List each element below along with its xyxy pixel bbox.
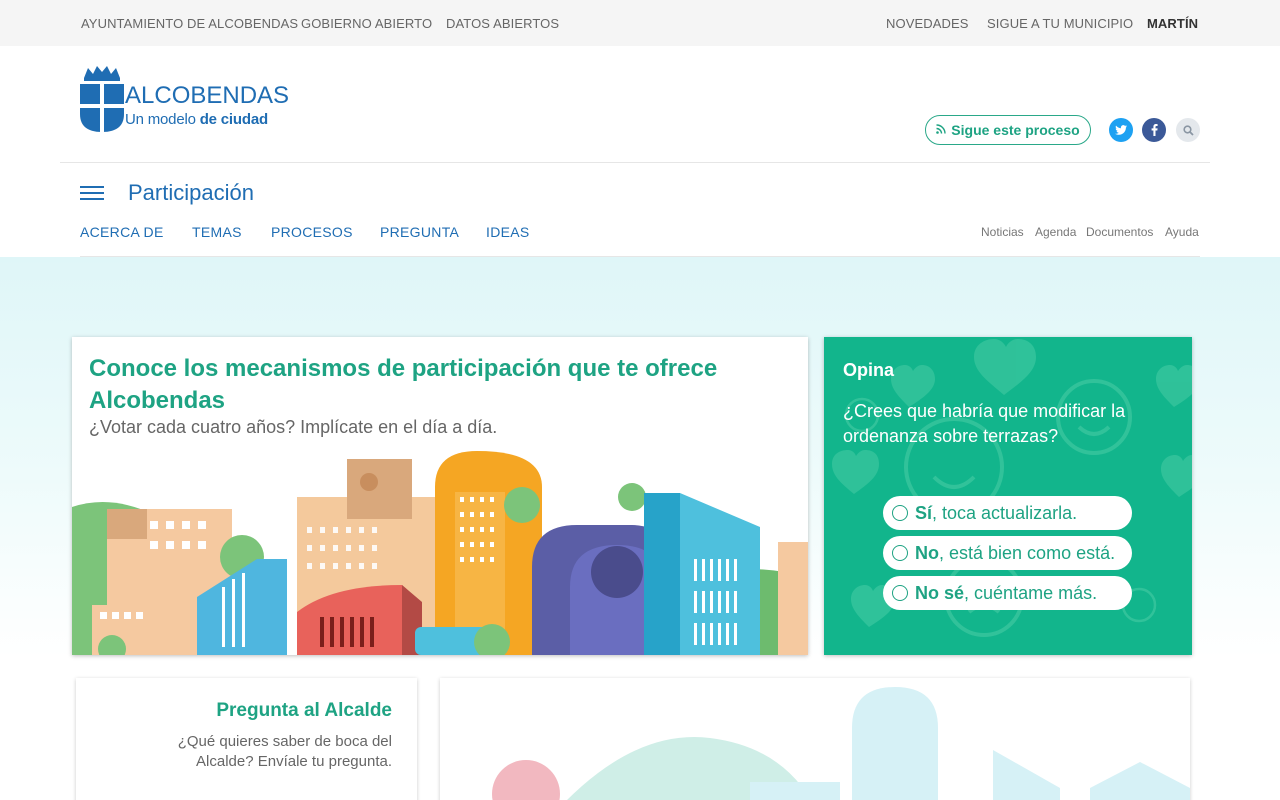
ask-mayor-text: ¿Qué quieres saber de boca del Alcalde? … [177,733,392,770]
header-divider [60,162,1210,163]
poll-label: Opina [843,360,895,380]
logo[interactable]: ALCOBENDAS Un modelo de ciudad [80,64,289,134]
twitter-icon[interactable] [1109,118,1133,142]
poll-option-no-se[interactable]: No sé, cuéntame más. [883,576,1132,610]
user-menu[interactable]: MARTÍN [1147,16,1198,31]
nav-acerca-de[interactable]: ACERCA DE [80,224,164,240]
follow-process-label: Sigue este proceso [951,122,1080,138]
logo-sub-b: de ciudad [199,111,268,128]
option-text: , toca actualizarla. [932,502,1078,523]
ideas-card[interactable] [440,678,1190,800]
subnav-documentos[interactable]: Documentos [1086,225,1153,239]
subnav-ayuda[interactable]: Ayuda [1165,225,1199,239]
nav-pregunta[interactable]: PREGUNTA [380,224,459,240]
radio-icon [892,585,908,601]
option-text: , cuéntame más. [964,582,1098,603]
search-icon[interactable] [1176,118,1200,142]
poll-option-no[interactable]: No, está bien como está. [883,536,1132,570]
section-title: Participación [128,180,254,205]
subnav-noticias[interactable]: Noticias [981,225,1024,239]
link-sigue-municipio[interactable]: SIGUE A TU MUNICIPIO [987,16,1133,31]
link-novedades[interactable]: NOVEDADES [886,16,969,31]
link-ayuntamiento[interactable]: AYUNTAMIENTO DE ALCOBENDAS [81,16,298,31]
poll-option-si[interactable]: Sí, toca actualizarla. [883,496,1132,530]
logo-shield-icon [80,66,124,132]
city-illustration [72,451,808,655]
link-datos-abiertos[interactable]: DATOS ABIERTOS [446,16,559,31]
hamburger-menu-icon[interactable] [80,186,104,200]
radio-icon [892,545,908,561]
facebook-icon[interactable] [1142,118,1166,142]
nav-temas[interactable]: TEMAS [192,224,242,240]
subnav-agenda[interactable]: Agenda [1035,225,1076,239]
option-text: , está bien como está. [939,542,1116,563]
follow-process-button[interactable]: Sigue este proceso [925,115,1091,145]
ask-mayor-title: Pregunta al Alcalde [216,700,392,721]
rss-icon [936,123,946,137]
link-gobierno-abierto[interactable]: GOBIERNO ABIERTO [301,16,432,31]
nav-procesos[interactable]: PROCESOS [271,224,353,240]
hero-card[interactable]: Conoce los mecanismos de participación q… [72,337,808,655]
option-bold: No [915,542,939,563]
ideas-illustration [492,687,1190,800]
logo-title: ALCOBENDAS [125,82,290,109]
poll-card: Opina ¿Crees que habría que modificar la… [824,337,1192,655]
option-bold: No sé [915,582,965,603]
logo-subtitle: Un modelo de ciudad [125,111,268,128]
hero-subtitle: ¿Votar cada cuatro años? Implícate en el… [89,417,498,437]
poll-question: ¿Crees que habría que modificar la orden… [843,401,1126,446]
top-bar: AYUNTAMIENTO DE ALCOBENDAS GOBIERNO ABIE… [0,0,1280,46]
logo-sub-a: Un modelo [125,111,200,128]
nav-ideas[interactable]: IDEAS [486,224,530,240]
radio-icon [892,505,908,521]
hero-title: Conoce los mecanismos de participación q… [89,355,718,414]
option-bold: Sí [915,502,933,523]
ask-mayor-card[interactable]: Pregunta al Alcalde ¿Qué quieres saber d… [76,678,417,800]
